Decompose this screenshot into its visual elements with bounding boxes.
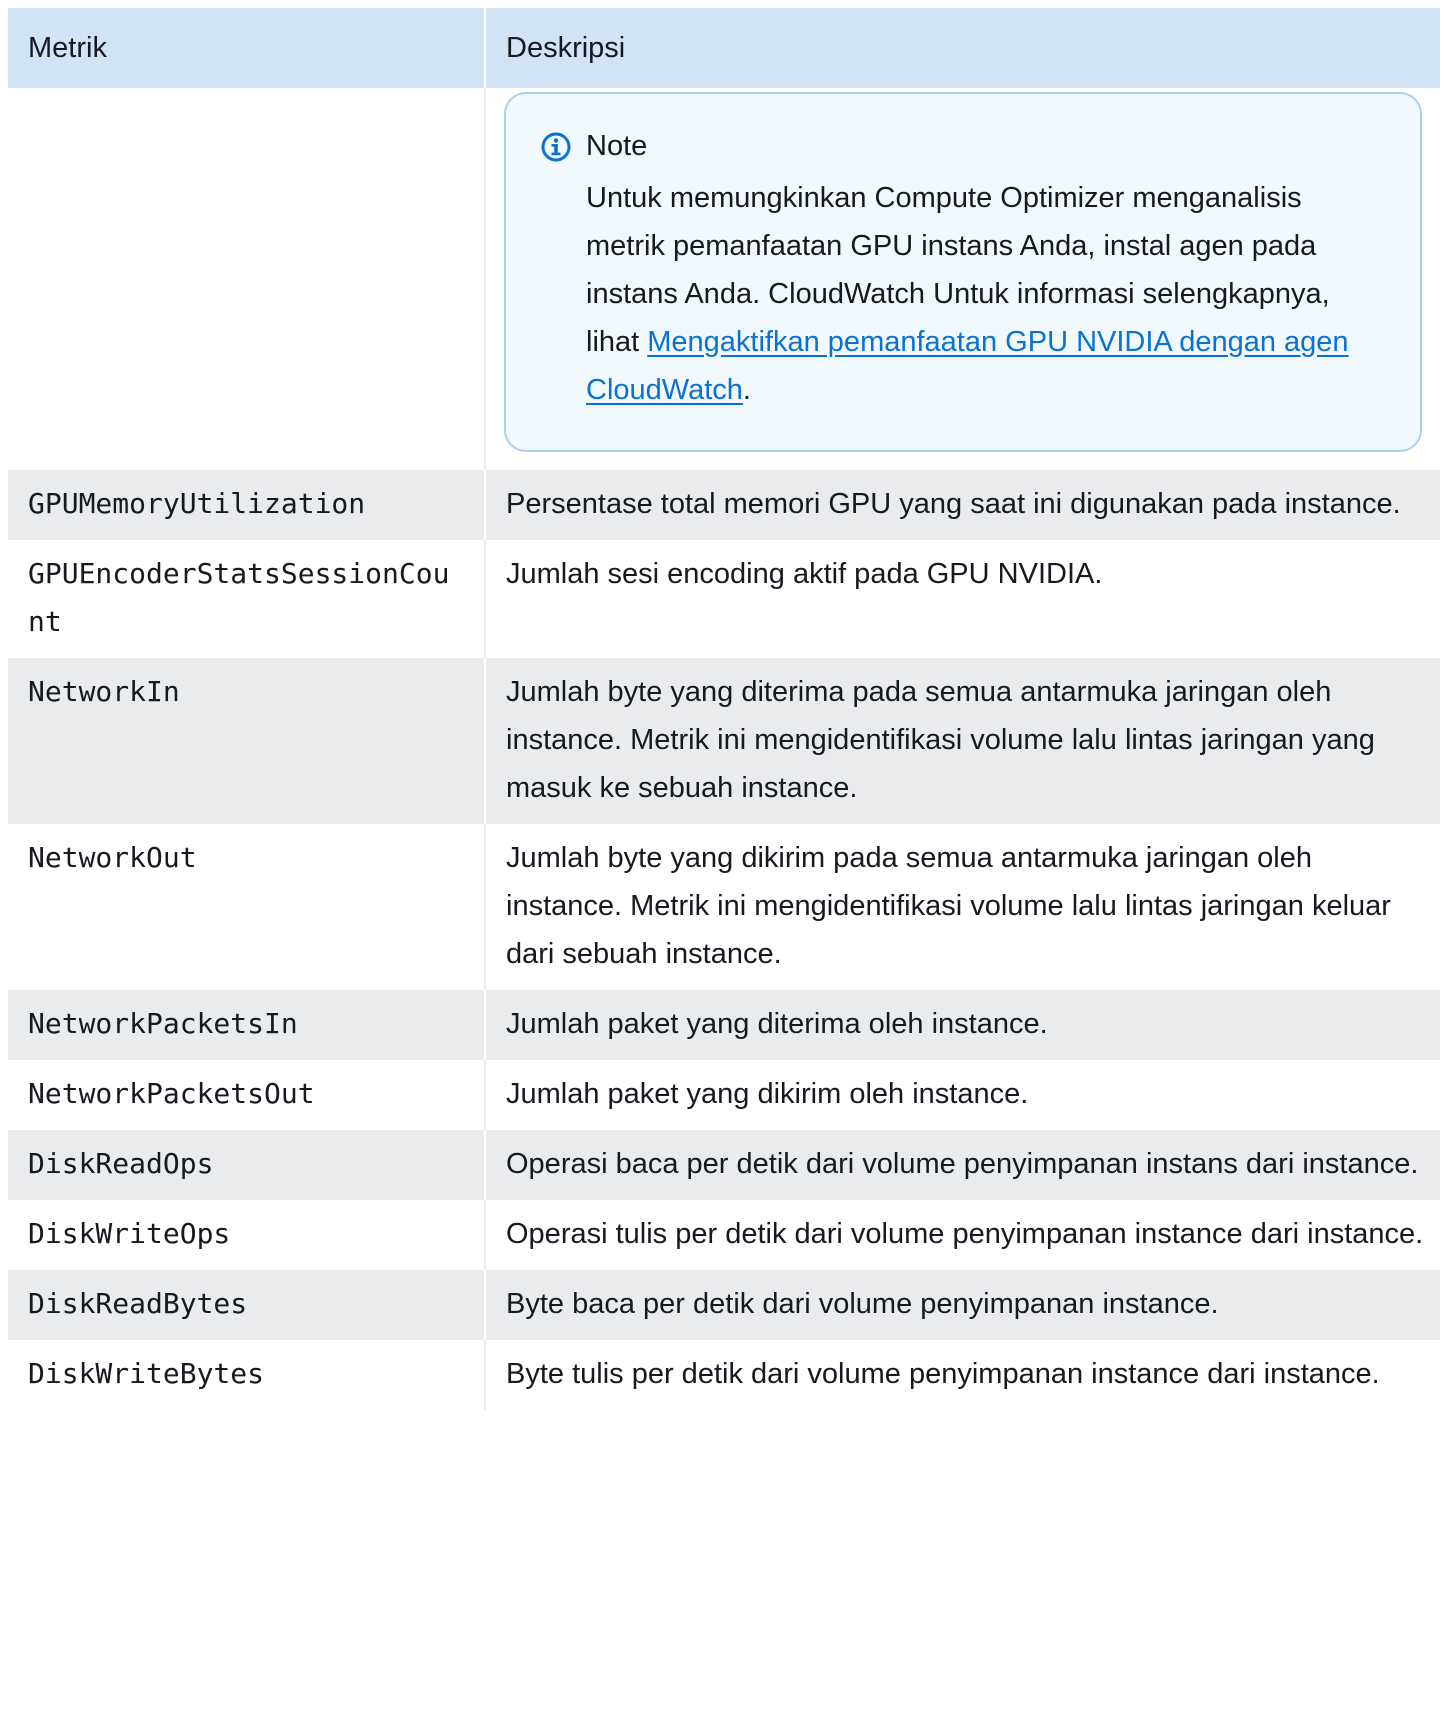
table-row: GPUMemoryUtilization Persentase total mem… (8, 470, 1440, 540)
metric-description-cell: Jumlah byte yang dikirim pada semua anta… (484, 824, 1440, 990)
table-row: NetworkOut Jumlah byte yang dikirim pada … (8, 824, 1440, 990)
metric-name-cell: NetworkIn (8, 658, 485, 824)
metrics-table: Metrik Deskripsi Note Untuk memungkinkan… (8, 8, 1440, 1410)
metric-description-cell: Byte baca per detik dari volume penyimpa… (484, 1270, 1440, 1340)
note-header: Note (540, 124, 1380, 168)
metric-description-cell: Jumlah sesi encoding aktif pada GPU NVID… (484, 540, 1440, 658)
metric-description-cell: Byte tulis per detik dari volume penyimp… (484, 1340, 1440, 1410)
metric-name-cell: DiskReadOps (8, 1130, 485, 1200)
note-text-end: . (742, 374, 751, 406)
metric-name-cell: GPUMemoryUtilization (8, 470, 485, 540)
header-description: Deskripsi (484, 8, 1440, 88)
metrics-table-container: Metrik Deskripsi Note Untuk memungkinkan… (8, 8, 1440, 1410)
metric-name-cell: NetworkOut (8, 824, 485, 990)
metric-description-cell: Jumlah paket yang diterima oleh instance… (484, 990, 1440, 1060)
metric-name-cell: GPUEncoderStatsSessionCount (8, 540, 485, 658)
table-row: DiskReadOps Operasi baca per detik dari v… (8, 1130, 1440, 1200)
note-title: Note (586, 130, 648, 162)
enable-nvidia-gpu-link[interactable]: Mengaktifkan pemanfaatan GPU NVIDIA deng… (586, 326, 1349, 406)
note-callout: Note Untuk memungkinkan Compute Optimize… (504, 92, 1422, 452)
table-row: DiskWriteOps Operasi tulis per detik dari… (8, 1200, 1440, 1270)
note-row-metric-cell (8, 88, 485, 470)
metric-description-cell: Jumlah byte yang diterima pada semua ant… (484, 658, 1440, 824)
metric-name-cell: DiskWriteOps (8, 1200, 485, 1270)
note-row-description-cell: Note Untuk memungkinkan Compute Optimize… (484, 88, 1440, 470)
table-header-row: Metrik Deskripsi (8, 8, 1440, 88)
metric-description-cell: Operasi baca per detik dari volume penyi… (484, 1130, 1440, 1200)
note-row: Note Untuk memungkinkan Compute Optimize… (8, 88, 1440, 470)
info-circle-icon (540, 130, 572, 162)
note-body: Untuk memungkinkan Compute Optimizer men… (586, 174, 1380, 414)
table-row: DiskReadBytes Byte baca per detik dari vo… (8, 1270, 1440, 1340)
table-row: GPUEncoderStatsSessionCount Jumlah sesi e… (8, 540, 1440, 658)
metric-name-cell: DiskWriteBytes (8, 1340, 485, 1410)
table-row: DiskWriteBytes Byte tulis per detik dari … (8, 1340, 1440, 1410)
metric-description-cell: Jumlah paket yang dikirim oleh instance. (484, 1060, 1440, 1130)
metric-name-cell: DiskReadBytes (8, 1270, 485, 1340)
metric-name-cell: NetworkPacketsOut (8, 1060, 485, 1130)
metric-name-cell: NetworkPacketsIn (8, 990, 485, 1060)
table-row: NetworkIn Jumlah byte yang diterima pada … (8, 658, 1440, 824)
table-row: NetworkPacketsOut Jumlah paket yang dikir… (8, 1060, 1440, 1130)
metric-description-cell: Operasi tulis per detik dari volume peny… (484, 1200, 1440, 1270)
header-metric: Metrik (8, 8, 485, 88)
table-row: NetworkPacketsIn Jumlah paket yang diteri… (8, 990, 1440, 1060)
metric-description-cell: Persentase total memori GPU yang saat in… (484, 470, 1440, 540)
